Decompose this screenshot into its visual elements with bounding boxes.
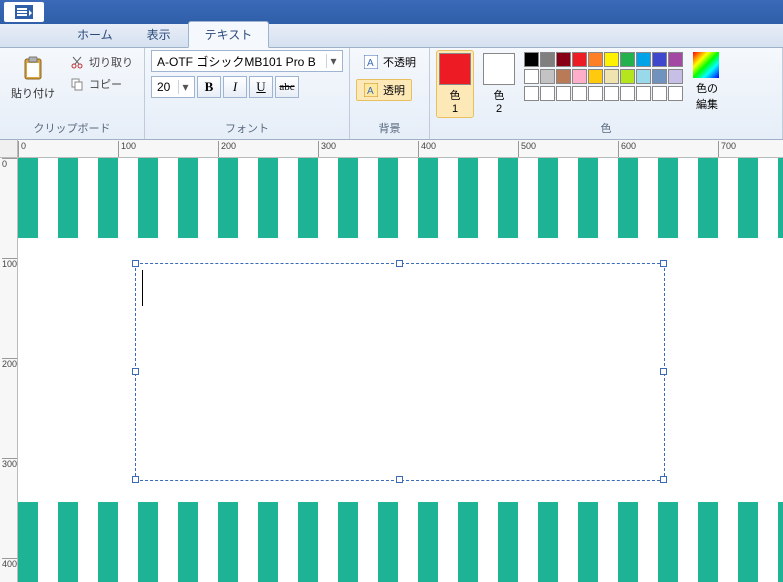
group-clipboard: 貼り付け 切り取り コピー クリップボード bbox=[0, 48, 145, 139]
transparent-button[interactable]: A 透明 bbox=[356, 79, 412, 101]
ruler-corner bbox=[0, 140, 18, 158]
resize-handle[interactable] bbox=[132, 368, 139, 375]
ribbon: 貼り付け 切り取り コピー クリップボード A-OTF ゴシックMB101 Pr… bbox=[0, 48, 783, 140]
tab-view[interactable]: 表示 bbox=[130, 21, 188, 47]
font-name-combo[interactable]: A-OTF ゴシックMB101 Pro B ▾ bbox=[151, 50, 343, 72]
group-font-label: フォント bbox=[151, 118, 343, 139]
strikethrough-button[interactable]: abc bbox=[275, 76, 299, 98]
palette-color[interactable] bbox=[604, 69, 619, 84]
palette-color[interactable] bbox=[620, 69, 635, 84]
ribbon-tabstrip: ホーム 表示 テキスト bbox=[0, 24, 783, 48]
palette-color[interactable] bbox=[652, 52, 667, 67]
chevron-down-icon: ▾ bbox=[178, 80, 192, 94]
palette-color[interactable] bbox=[652, 69, 667, 84]
resize-handle[interactable] bbox=[396, 476, 403, 483]
color-palette bbox=[524, 50, 683, 101]
resize-handle[interactable] bbox=[660, 476, 667, 483]
underline-button[interactable]: U bbox=[249, 76, 273, 98]
horizontal-ruler[interactable]: 0100200300400500600700 bbox=[18, 140, 783, 158]
resize-handle[interactable] bbox=[132, 476, 139, 483]
transparent-label: 透明 bbox=[383, 82, 405, 98]
palette-color[interactable] bbox=[540, 86, 555, 101]
edit-colors-button[interactable]: 色の 編集 bbox=[689, 50, 725, 114]
group-color: 色 1 色 2 色の 編集 色 bbox=[430, 48, 783, 139]
text-selection-box[interactable] bbox=[135, 263, 665, 481]
scissors-icon bbox=[69, 54, 85, 70]
vertical-ruler[interactable]: 0100200300400 bbox=[0, 158, 18, 582]
palette-color[interactable] bbox=[636, 52, 651, 67]
palette-color[interactable] bbox=[652, 86, 667, 101]
opaque-icon: A bbox=[363, 54, 379, 70]
group-background: A 不透明 A 透明 背景 bbox=[350, 48, 430, 139]
palette-color[interactable] bbox=[556, 52, 571, 67]
text-cursor bbox=[142, 270, 143, 306]
svg-text:A: A bbox=[367, 86, 374, 97]
copy-icon bbox=[69, 76, 85, 92]
copy-label: コピー bbox=[89, 76, 122, 92]
transparent-icon: A bbox=[363, 82, 379, 98]
clipboard-icon bbox=[17, 53, 49, 85]
tab-home[interactable]: ホーム bbox=[60, 21, 130, 47]
palette-color[interactable] bbox=[572, 52, 587, 67]
font-size-combo[interactable]: 20 ▾ bbox=[151, 76, 195, 98]
workspace: 0100200300400500600700 0100200300400 bbox=[0, 140, 783, 582]
palette-color[interactable] bbox=[620, 86, 635, 101]
color1-button[interactable]: 色 1 bbox=[436, 50, 474, 118]
palette-color[interactable] bbox=[524, 52, 539, 67]
stripes-top bbox=[18, 158, 783, 238]
palette-color[interactable] bbox=[604, 86, 619, 101]
edit-colors-label: 色の 編集 bbox=[696, 80, 718, 112]
palette-color[interactable] bbox=[540, 52, 555, 67]
palette-color[interactable] bbox=[604, 52, 619, 67]
palette-color[interactable] bbox=[556, 69, 571, 84]
resize-handle[interactable] bbox=[660, 368, 667, 375]
resize-handle[interactable] bbox=[396, 260, 403, 267]
svg-text:A: A bbox=[367, 58, 374, 69]
chevron-down-icon: ▾ bbox=[326, 54, 340, 68]
color2-label: 色 2 bbox=[494, 87, 505, 115]
canvas[interactable] bbox=[18, 158, 783, 582]
group-background-label: 背景 bbox=[356, 118, 423, 139]
font-size-value: 20 bbox=[157, 80, 174, 94]
palette-color[interactable] bbox=[668, 52, 683, 67]
palette-color[interactable] bbox=[556, 86, 571, 101]
group-color-label: 色 bbox=[436, 118, 776, 139]
resize-handle[interactable] bbox=[132, 260, 139, 267]
resize-handle[interactable] bbox=[660, 260, 667, 267]
paste-button[interactable]: 貼り付け bbox=[6, 50, 60, 104]
color1-swatch bbox=[439, 53, 471, 85]
group-font: A-OTF ゴシックMB101 Pro B ▾ 20 ▾ B I U abc フ… bbox=[145, 48, 350, 139]
rainbow-icon bbox=[693, 52, 721, 80]
color1-label: 色 1 bbox=[450, 87, 461, 115]
tab-text[interactable]: テキスト bbox=[188, 21, 270, 48]
app-menu-button[interactable] bbox=[4, 2, 44, 22]
font-name-value: A-OTF ゴシックMB101 Pro B bbox=[157, 53, 322, 70]
cut-button[interactable]: 切り取り bbox=[64, 52, 138, 72]
stripes-bottom bbox=[18, 502, 783, 582]
palette-color[interactable] bbox=[572, 86, 587, 101]
italic-button[interactable]: I bbox=[223, 76, 247, 98]
opaque-button[interactable]: A 不透明 bbox=[356, 51, 423, 73]
palette-color[interactable] bbox=[572, 69, 587, 84]
palette-color[interactable] bbox=[636, 69, 651, 84]
palette-color[interactable] bbox=[588, 52, 603, 67]
palette-color[interactable] bbox=[620, 52, 635, 67]
palette-color[interactable] bbox=[588, 86, 603, 101]
bold-button[interactable]: B bbox=[197, 76, 221, 98]
palette-color[interactable] bbox=[588, 69, 603, 84]
color2-swatch bbox=[483, 53, 515, 85]
opaque-label: 不透明 bbox=[383, 54, 416, 70]
paste-label: 貼り付け bbox=[11, 85, 55, 101]
palette-color[interactable] bbox=[524, 69, 539, 84]
group-clipboard-label: クリップボード bbox=[6, 118, 138, 139]
palette-color[interactable] bbox=[668, 69, 683, 84]
palette-color[interactable] bbox=[524, 86, 539, 101]
palette-color[interactable] bbox=[668, 86, 683, 101]
cut-label: 切り取り bbox=[89, 54, 133, 70]
palette-color[interactable] bbox=[636, 86, 651, 101]
palette-color[interactable] bbox=[540, 69, 555, 84]
color2-button[interactable]: 色 2 bbox=[480, 50, 518, 118]
copy-button[interactable]: コピー bbox=[64, 74, 138, 94]
